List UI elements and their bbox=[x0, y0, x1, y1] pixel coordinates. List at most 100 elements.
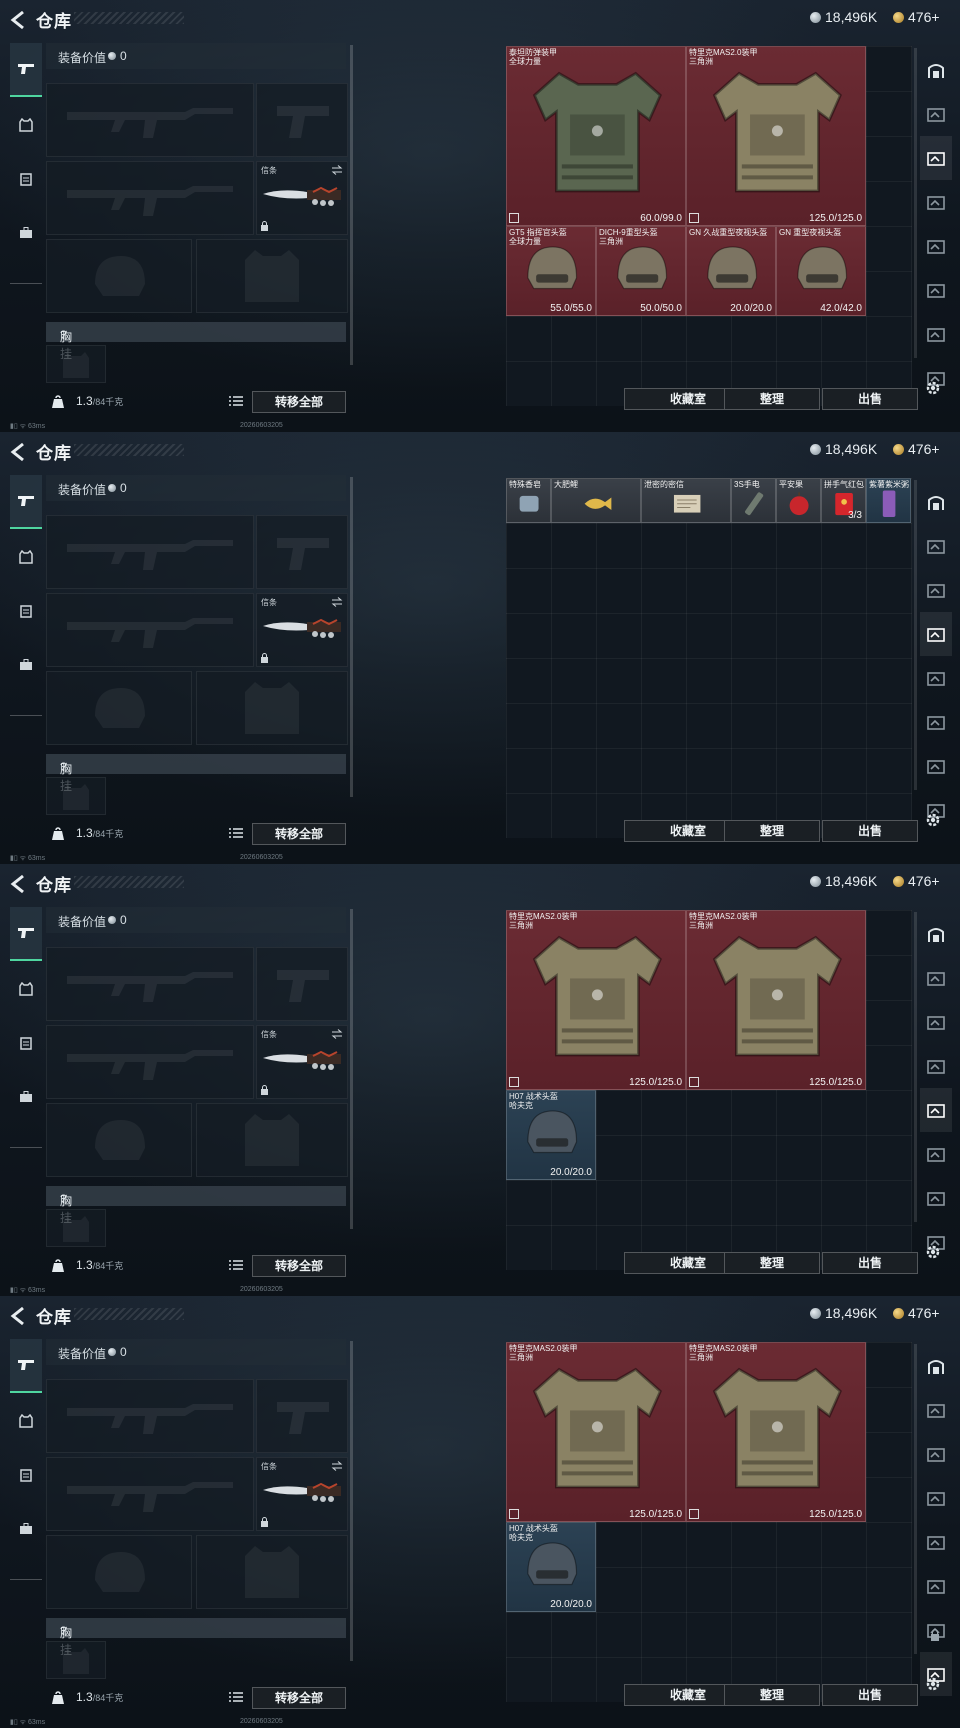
tab-weapons[interactable] bbox=[10, 43, 42, 97]
sidearm-slot[interactable] bbox=[256, 83, 348, 157]
chest-rig-header[interactable]: 胸挂 ? bbox=[46, 1186, 346, 1225]
stash-page-tab[interactable] bbox=[920, 1000, 952, 1044]
stash-item[interactable]: 平安果 bbox=[776, 478, 821, 523]
loadout-scrollbar[interactable] bbox=[350, 909, 353, 1229]
body-armor-slot[interactable] bbox=[196, 671, 348, 745]
chest-rig-header[interactable]: 胸挂 ? bbox=[46, 754, 346, 793]
primary-weapon-slot[interactable] bbox=[46, 947, 254, 1021]
gold-currency[interactable]: 476+ bbox=[893, 9, 940, 25]
stash-item[interactable]: GN 久战重型夜视头盔 20.0/20.0 bbox=[686, 226, 776, 316]
stash-item[interactable]: 特里克MAS2.0装甲 三角洲 125.0/125.0 bbox=[686, 46, 866, 226]
chest-rig-slot[interactable] bbox=[46, 1641, 106, 1679]
stash-page-tab[interactable] bbox=[920, 1520, 952, 1564]
tab-rig[interactable] bbox=[10, 1449, 42, 1501]
stash-page-tab[interactable] bbox=[920, 1564, 952, 1608]
stash-item[interactable]: 特里克MAS2.0装甲 三角洲 125.0/125.0 bbox=[506, 1342, 686, 1522]
sidearm-slot[interactable] bbox=[256, 947, 348, 1021]
stash-page-tab[interactable] bbox=[920, 48, 952, 92]
chest-rig-header[interactable]: 胸挂 ? bbox=[46, 1618, 346, 1657]
sell-button[interactable]: 出售 bbox=[822, 1252, 918, 1274]
sell-button[interactable]: 出售 bbox=[822, 1684, 918, 1706]
primary-weapon-slot[interactable] bbox=[46, 83, 254, 157]
stash-page-tab[interactable] bbox=[920, 1044, 952, 1088]
primary-weapon-slot[interactable] bbox=[46, 1379, 254, 1453]
chest-rig-slot[interactable] bbox=[46, 777, 106, 815]
stash-page-tab[interactable] bbox=[920, 524, 952, 568]
stash-page-tab[interactable] bbox=[920, 1388, 952, 1432]
swap-icon[interactable] bbox=[331, 597, 343, 607]
gear-icon[interactable] bbox=[924, 1675, 942, 1693]
stash-grid[interactable] bbox=[506, 478, 912, 838]
stash-item[interactable]: 拼手气红包 3/3 bbox=[821, 478, 866, 523]
stash-page-tab[interactable] bbox=[920, 956, 952, 1000]
melee-slot[interactable]: 信条 bbox=[256, 1457, 348, 1531]
stash-page-tab[interactable] bbox=[920, 1476, 952, 1520]
tab-weapons[interactable] bbox=[10, 1339, 42, 1393]
stash-page-tab[interactable] bbox=[920, 312, 952, 356]
primary-weapon-slot[interactable] bbox=[46, 515, 254, 589]
list-icon[interactable] bbox=[229, 395, 243, 407]
stash-scrollbar[interactable] bbox=[914, 1344, 917, 1654]
body-armor-slot[interactable] bbox=[196, 1535, 348, 1609]
tab-armor[interactable] bbox=[10, 963, 42, 1015]
tab-rig[interactable] bbox=[10, 1017, 42, 1069]
secondary-weapon-slot[interactable] bbox=[46, 593, 254, 667]
tab-rig[interactable] bbox=[10, 585, 42, 637]
swap-icon[interactable] bbox=[331, 1461, 343, 1471]
stash-page-tab[interactable] bbox=[920, 1176, 952, 1220]
back-arrow-icon[interactable] bbox=[8, 873, 30, 895]
stash-item[interactable]: 特里克MAS2.0装甲 三角洲 125.0/125.0 bbox=[686, 910, 866, 1090]
tab-weapons[interactable] bbox=[10, 907, 42, 961]
stash-item[interactable]: 泄密的密信 bbox=[641, 478, 731, 523]
stash-item[interactable]: 泰坦防弹装甲 全球力量 60.0/99.0 bbox=[506, 46, 686, 226]
helmet-slot[interactable] bbox=[46, 671, 192, 745]
stash-page-tab[interactable] bbox=[920, 480, 952, 524]
stash-page-tab[interactable] bbox=[920, 224, 952, 268]
melee-slot[interactable]: 信条 bbox=[256, 161, 348, 235]
stash-page-tab[interactable] bbox=[920, 1344, 952, 1388]
stash-page-tab[interactable] bbox=[920, 268, 952, 312]
stash-page-tab[interactable] bbox=[920, 700, 952, 744]
body-armor-slot[interactable] bbox=[196, 1103, 348, 1177]
stash-page-tab[interactable] bbox=[920, 744, 952, 788]
stash-page-tab[interactable] bbox=[920, 136, 952, 180]
stash-page-tab[interactable] bbox=[920, 1088, 952, 1132]
gear-icon[interactable] bbox=[924, 811, 942, 829]
list-icon[interactable] bbox=[229, 827, 243, 839]
gear-icon[interactable] bbox=[924, 1243, 942, 1261]
loadout-scrollbar[interactable] bbox=[350, 477, 353, 797]
stash-page-tab[interactable] bbox=[920, 612, 952, 656]
stash-page-tab[interactable] bbox=[920, 92, 952, 136]
stash-scrollbar[interactable] bbox=[914, 480, 917, 790]
tab-backpack[interactable] bbox=[10, 1503, 42, 1555]
chest-rig-slot[interactable] bbox=[46, 345, 106, 383]
tab-backpack[interactable] bbox=[10, 1071, 42, 1123]
tab-armor[interactable] bbox=[10, 1395, 42, 1447]
stash-item[interactable]: 3S手电 bbox=[731, 478, 776, 523]
stash-item[interactable]: GT5 指挥官头盔 全球力量 55.0/55.0 bbox=[506, 226, 596, 316]
body-armor-slot[interactable] bbox=[196, 239, 348, 313]
loadout-scrollbar[interactable] bbox=[350, 1341, 353, 1661]
sort-button[interactable]: 整理 bbox=[724, 1684, 820, 1706]
stash-item[interactable]: 特里克MAS2.0装甲 三角洲 125.0/125.0 bbox=[686, 1342, 866, 1522]
swap-icon[interactable] bbox=[331, 1029, 343, 1039]
melee-slot[interactable]: 信条 bbox=[256, 1025, 348, 1099]
stash-page-tab[interactable] bbox=[920, 1432, 952, 1476]
tab-weapons[interactable] bbox=[10, 475, 42, 529]
stash-page-tab[interactable] bbox=[920, 180, 952, 224]
swap-icon[interactable] bbox=[331, 165, 343, 175]
stash-page-tab[interactable] bbox=[920, 568, 952, 612]
sidearm-slot[interactable] bbox=[256, 515, 348, 589]
stash-item[interactable]: 特里克MAS2.0装甲 三角洲 125.0/125.0 bbox=[506, 910, 686, 1090]
stash-item[interactable]: 大肥鲤 bbox=[551, 478, 641, 523]
tab-armor[interactable] bbox=[10, 531, 42, 583]
transfer-all-button[interactable]: 转移全部 bbox=[252, 1687, 346, 1709]
tab-rig[interactable] bbox=[10, 153, 42, 205]
back-arrow-icon[interactable] bbox=[8, 9, 30, 31]
stash-scrollbar[interactable] bbox=[914, 48, 917, 358]
stash-item[interactable]: 特殊香皂 bbox=[506, 478, 551, 523]
tab-backpack[interactable] bbox=[10, 639, 42, 691]
stash-page-tab[interactable] bbox=[920, 656, 952, 700]
stash-item[interactable]: DICH-9重型头盔 三角洲 50.0/50.0 bbox=[596, 226, 686, 316]
helmet-slot[interactable] bbox=[46, 239, 192, 313]
